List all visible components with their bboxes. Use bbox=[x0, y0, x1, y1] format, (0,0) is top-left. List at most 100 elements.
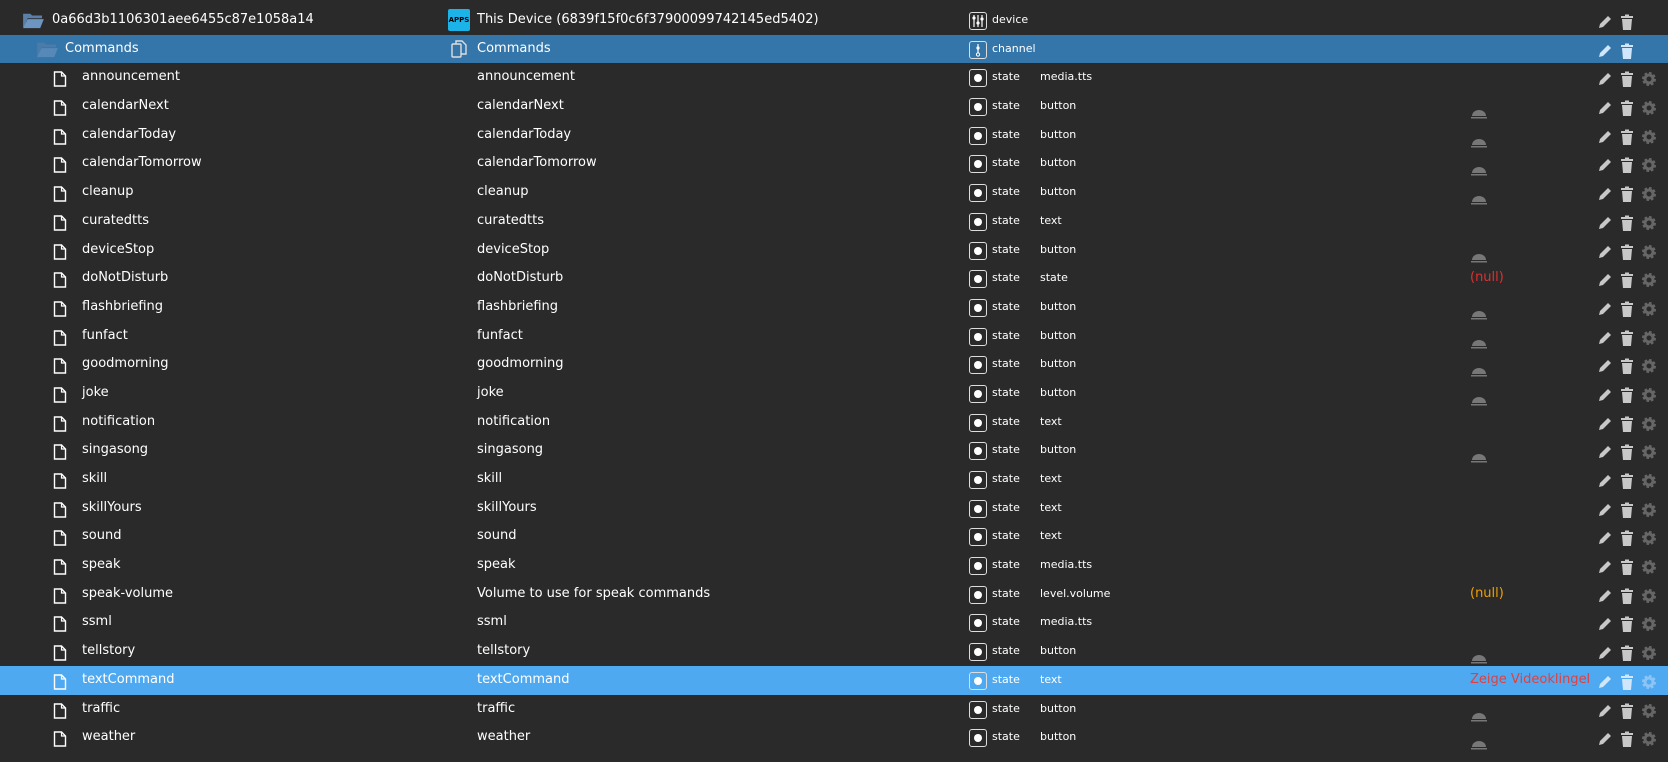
delete-icon[interactable] bbox=[1619, 386, 1635, 403]
delete-icon[interactable] bbox=[1619, 673, 1635, 690]
settings-icon[interactable] bbox=[1641, 329, 1657, 345]
tree-row-calendarTomorrow[interactable]: calendarTomorrow calendarTomorrow state but… bbox=[0, 149, 1668, 178]
tree-row-tellstory[interactable]: tellstory tellstory state button bbox=[0, 637, 1668, 666]
settings-icon[interactable] bbox=[1641, 415, 1657, 431]
edit-icon[interactable] bbox=[1597, 644, 1613, 660]
settings-icon[interactable] bbox=[1641, 529, 1657, 546]
delete-icon[interactable] bbox=[1619, 300, 1635, 317]
tree-row-sound[interactable]: sound sound state text bbox=[0, 522, 1668, 551]
delete-icon[interactable] bbox=[1619, 702, 1635, 719]
delete-icon[interactable] bbox=[1619, 185, 1635, 203]
tree-row-skillYours[interactable]: skillYours skillYours state text bbox=[0, 494, 1668, 523]
delete-icon[interactable] bbox=[1619, 501, 1635, 518]
button-bell-icon[interactable] bbox=[1470, 733, 1488, 750]
settings-icon[interactable] bbox=[1641, 730, 1657, 747]
settings-icon[interactable] bbox=[1641, 587, 1657, 603]
folder-icon[interactable] bbox=[22, 11, 44, 29]
edit-icon[interactable] bbox=[1597, 615, 1613, 631]
edit-icon[interactable] bbox=[1597, 702, 1613, 718]
tree-row-traffic[interactable]: traffic traffic state button bbox=[0, 695, 1668, 724]
delete-icon[interactable] bbox=[1619, 644, 1635, 662]
delete-icon[interactable] bbox=[1619, 156, 1635, 174]
tree-row-speak-volume[interactable]: speak-volume Volume to use for speak comm… bbox=[0, 580, 1668, 609]
settings-icon[interactable] bbox=[1641, 702, 1657, 718]
tree-row-funfact[interactable]: funfact funfact state button bbox=[0, 322, 1668, 351]
settings-icon[interactable] bbox=[1641, 615, 1657, 632]
settings-icon[interactable] bbox=[1641, 214, 1657, 230]
edit-icon[interactable] bbox=[1597, 329, 1613, 345]
tree-row-calendarToday[interactable]: calendarToday calendarToday state button bbox=[0, 121, 1668, 150]
button-bell-icon[interactable] bbox=[1470, 360, 1488, 377]
tree-row-deviceStop[interactable]: deviceStop deviceStop state button bbox=[0, 236, 1668, 265]
tree-row-singasong[interactable]: singasong singasong state button bbox=[0, 436, 1668, 465]
edit-icon[interactable] bbox=[1597, 156, 1613, 172]
settings-icon[interactable] bbox=[1641, 300, 1657, 316]
settings-icon[interactable] bbox=[1641, 644, 1657, 661]
settings-icon[interactable] bbox=[1641, 357, 1657, 374]
edit-icon[interactable] bbox=[1597, 730, 1613, 746]
tree-row-ssml[interactable]: ssml ssml state media.tts bbox=[0, 608, 1668, 637]
edit-icon[interactable] bbox=[1597, 587, 1613, 603]
delete-icon[interactable] bbox=[1619, 329, 1635, 346]
object-value[interactable]: Zeige Videoklingel bbox=[1470, 666, 1590, 695]
delete-icon[interactable] bbox=[1619, 42, 1635, 59]
button-bell-icon[interactable] bbox=[1470, 131, 1488, 148]
tree-row-calendarNext[interactable]: calendarNext calendarNext state button bbox=[0, 92, 1668, 121]
button-bell-icon[interactable] bbox=[1470, 332, 1488, 349]
object-value[interactable]: (null) bbox=[1470, 580, 1504, 609]
delete-icon[interactable] bbox=[1619, 99, 1635, 117]
tree-row-doNotDisturb[interactable]: doNotDisturb doNotDisturb state state (null) bbox=[0, 264, 1668, 293]
edit-icon[interactable] bbox=[1597, 443, 1613, 459]
delete-icon[interactable] bbox=[1619, 615, 1635, 633]
tree-row-curatedtts[interactable]: curatedtts curatedtts state text bbox=[0, 207, 1668, 236]
settings-icon[interactable] bbox=[1641, 443, 1657, 460]
delete-icon[interactable] bbox=[1619, 529, 1635, 547]
delete-icon[interactable] bbox=[1619, 357, 1635, 375]
button-bell-icon[interactable] bbox=[1470, 188, 1488, 205]
delete-icon[interactable] bbox=[1619, 128, 1635, 145]
edit-icon[interactable] bbox=[1597, 13, 1613, 29]
button-bell-icon[interactable] bbox=[1470, 159, 1488, 176]
object-value[interactable]: (null) bbox=[1470, 264, 1504, 293]
edit-icon[interactable] bbox=[1597, 300, 1613, 316]
tree-row-notification[interactable]: notification notification state text bbox=[0, 408, 1668, 437]
tree-row-cleanup[interactable]: cleanup cleanup state button bbox=[0, 178, 1668, 207]
edit-icon[interactable] bbox=[1597, 70, 1613, 86]
settings-icon[interactable] bbox=[1641, 271, 1657, 288]
delete-icon[interactable] bbox=[1619, 587, 1635, 604]
settings-icon[interactable] bbox=[1641, 673, 1657, 689]
edit-icon[interactable] bbox=[1597, 128, 1613, 144]
edit-icon[interactable] bbox=[1597, 386, 1613, 402]
edit-icon[interactable] bbox=[1597, 243, 1613, 259]
edit-icon[interactable] bbox=[1597, 214, 1613, 230]
edit-icon[interactable] bbox=[1597, 271, 1613, 287]
delete-icon[interactable] bbox=[1619, 558, 1635, 576]
button-bell-icon[interactable] bbox=[1470, 705, 1488, 721]
button-bell-icon[interactable] bbox=[1470, 246, 1488, 262]
delete-icon[interactable] bbox=[1619, 70, 1635, 88]
edit-icon[interactable] bbox=[1597, 501, 1613, 517]
edit-icon[interactable] bbox=[1597, 529, 1613, 545]
settings-icon[interactable] bbox=[1641, 185, 1657, 202]
edit-icon[interactable] bbox=[1597, 185, 1613, 201]
button-bell-icon[interactable] bbox=[1470, 389, 1488, 406]
settings-icon[interactable] bbox=[1641, 156, 1657, 173]
tree-row-joke[interactable]: joke joke state button bbox=[0, 379, 1668, 408]
settings-icon[interactable] bbox=[1641, 99, 1657, 116]
delete-icon[interactable] bbox=[1619, 243, 1635, 260]
settings-icon[interactable] bbox=[1641, 558, 1657, 575]
settings-icon[interactable] bbox=[1641, 472, 1657, 488]
tree-row-announcement[interactable]: announcement announcement state media.tts bbox=[0, 63, 1668, 92]
edit-icon[interactable] bbox=[1597, 99, 1613, 115]
tree-row-0a66d3b1106301aee6455c87e1058a14[interactable]: 0a66d3b1106301aee6455c87e1058a14 APPS This… bbox=[0, 6, 1668, 35]
edit-icon[interactable] bbox=[1597, 357, 1613, 373]
edit-icon[interactable] bbox=[1597, 415, 1613, 431]
delete-icon[interactable] bbox=[1619, 730, 1635, 748]
button-bell-icon[interactable] bbox=[1470, 303, 1488, 320]
settings-icon[interactable] bbox=[1641, 386, 1657, 402]
settings-icon[interactable] bbox=[1641, 128, 1657, 144]
tree-row-textCommand[interactable]: textCommand textCommand state text Zeige Vid… bbox=[0, 665, 1668, 695]
delete-icon[interactable] bbox=[1619, 415, 1635, 432]
tree-row-skill[interactable]: skill skill state text bbox=[0, 465, 1668, 494]
settings-icon[interactable] bbox=[1641, 243, 1657, 259]
